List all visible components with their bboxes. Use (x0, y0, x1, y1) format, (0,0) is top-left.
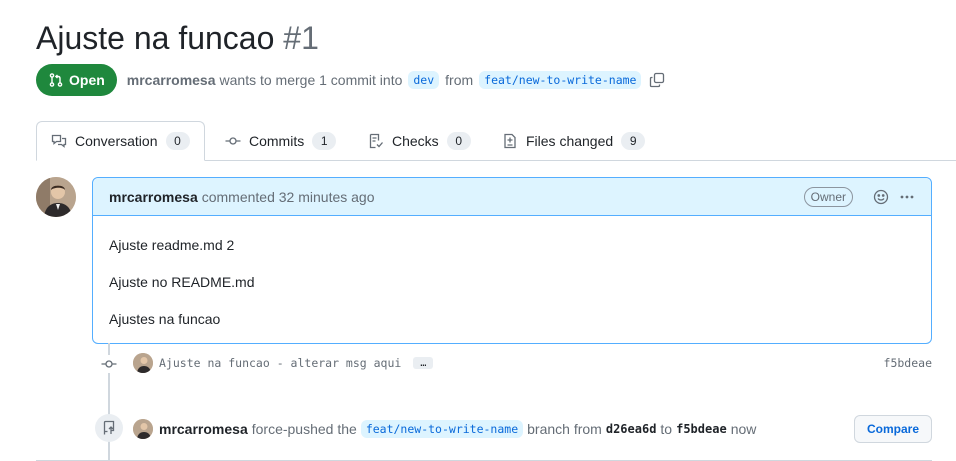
comment-line: Ajuste readme.md 2 (109, 237, 235, 253)
pr-title-text: Ajuste na funcao (36, 20, 275, 56)
tab-files-changed[interactable]: Files changed 9 (502, 121, 646, 160)
git-commit-icon (225, 133, 241, 149)
pr-number: #1 (283, 20, 319, 56)
avatar[interactable] (133, 353, 153, 373)
tab-label: Commits (249, 132, 305, 149)
tab-conversation[interactable]: Conversation 0 (36, 121, 205, 161)
commit-message[interactable]: Ajuste na funcao - alterar msg aqui (159, 356, 401, 370)
commit-sha[interactable]: f5bdeae (884, 356, 932, 370)
tab-count: 0 (165, 132, 190, 150)
file-diff-icon (502, 133, 518, 149)
comment-timestamp[interactable]: commented 32 minutes ago (202, 189, 375, 205)
from-sha[interactable]: d26ea6d (606, 422, 657, 436)
comment-discussion-icon (51, 133, 67, 149)
expand-commit-button[interactable]: … (413, 357, 434, 369)
comment-body: Ajuste readme.md 2 Ajuste no README.md A… (93, 216, 931, 337)
to-sha[interactable]: f5bdeae (676, 422, 727, 436)
git-pull-request-icon (48, 72, 64, 88)
author-link[interactable]: mrcarromesa (127, 72, 216, 88)
base-branch[interactable]: dev (408, 71, 440, 89)
avatar[interactable] (36, 177, 76, 217)
tab-commits[interactable]: Commits 1 (225, 121, 337, 160)
owner-badge: Owner (803, 186, 853, 207)
kebab-horizontal-icon[interactable] (899, 189, 915, 205)
comment-line: Ajuste no README.md (109, 274, 255, 290)
pr-meta: Open mrcarromesa wants to merge 1 commit… (36, 64, 665, 96)
comment-author[interactable]: mrcarromesa (109, 189, 198, 205)
tab-count: 9 (621, 131, 646, 150)
pr-title: Ajuste na funcao #1 (36, 18, 319, 58)
git-commit-icon (100, 355, 118, 373)
force-push-text: force-pushed the (251, 421, 357, 437)
merge-summary: wants to merge 1 commit into (219, 72, 403, 88)
tab-label: Files changed (526, 132, 614, 149)
force-push-author[interactable]: mrcarromesa (159, 421, 248, 437)
comment-line: Ajustes na funcao (109, 311, 221, 327)
head-branch[interactable]: feat/new-to-write-name (479, 71, 642, 89)
force-push-text: to (660, 421, 673, 437)
tab-label: Checks (392, 132, 439, 149)
tab-label: Conversation (75, 133, 158, 149)
checklist-icon (368, 133, 384, 149)
status-badge: Open (36, 64, 117, 96)
commit-item: Ajuste na funcao - alterar msg aqui … f5… (133, 353, 932, 373)
pr-tabs: Conversation 0 Commits 1 Checks 0 Files … (36, 121, 956, 161)
force-push-event: mrcarromesa force-pushed the feat/new-to… (133, 415, 932, 443)
force-push-branch[interactable]: feat/new-to-write-name (360, 420, 524, 438)
tab-count: 1 (312, 131, 337, 150)
status-label: Open (69, 72, 105, 88)
repo-push-icon (95, 414, 123, 442)
compare-button[interactable]: Compare (853, 415, 932, 443)
force-push-text: branch from (527, 421, 602, 437)
smiley-icon[interactable] (873, 189, 889, 205)
copy-icon[interactable] (649, 72, 665, 88)
tab-count: 0 (446, 131, 471, 150)
force-push-time[interactable]: now (731, 421, 757, 437)
avatar[interactable] (133, 419, 153, 439)
comment-header: mrcarromesa commented 32 minutes ago Own… (93, 178, 931, 216)
comment-box: mrcarromesa commented 32 minutes ago Own… (92, 177, 932, 344)
from-text: from (445, 72, 474, 88)
tab-checks[interactable]: Checks 0 (368, 121, 471, 160)
